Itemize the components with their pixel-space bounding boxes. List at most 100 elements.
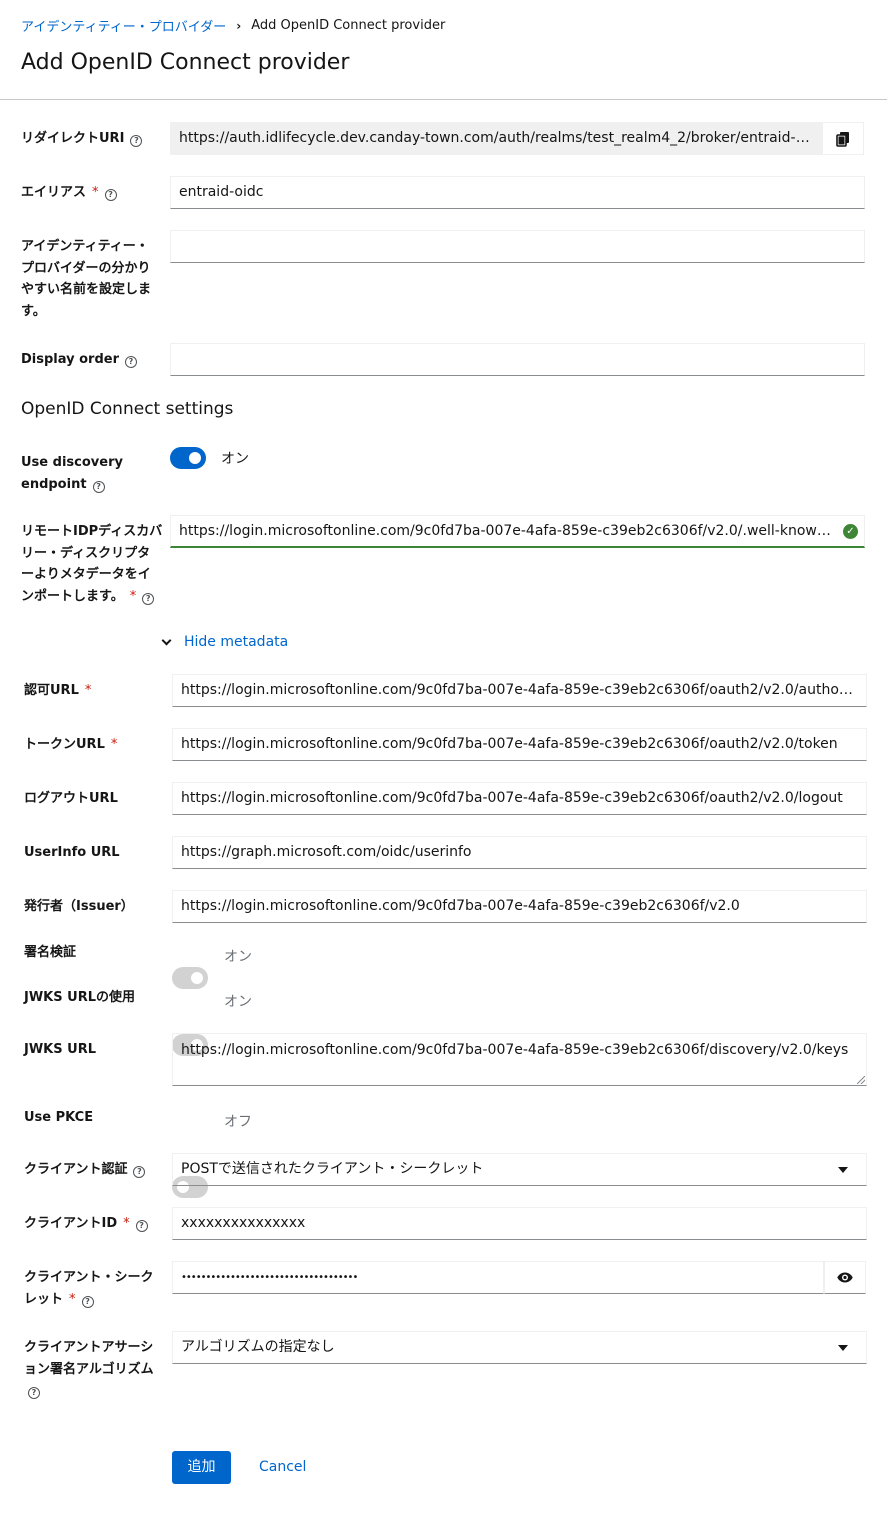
breadcrumb-identity-providers-link[interactable]: アイデンティティー・プロバイダー <box>21 16 226 35</box>
client-id-required-mark: * <box>123 1216 130 1231</box>
auth-url-required-mark: * <box>84 683 92 698</box>
client-auth-selected-value: POSTで送信されたクライアント・シークレット <box>181 1161 484 1177</box>
use-discovery-label: Use discovery endpoint? <box>21 452 123 495</box>
display-name-label-line: プロバイダーの分かり <box>21 260 151 276</box>
validate-signature-toggle[interactable] <box>172 967 208 989</box>
assertion-alg-help-icon[interactable]: ? <box>28 1387 40 1399</box>
use-discovery-help-icon[interactable]: ? <box>92 480 105 493</box>
display-name-label: アイデンティティー・ プロバイダーの分かり やすい名前を設定しま す。 <box>21 236 151 322</box>
breadcrumb-current: Add OpenID Connect provider <box>251 18 446 33</box>
redirect-uri-help-icon[interactable]: ? <box>130 135 143 147</box>
toggle-knob <box>191 972 203 984</box>
client-secret-input[interactable]: •••••••••••••••••••••••••••••••••••• <box>172 1261 824 1294</box>
breadcrumb: アイデンティティー・プロバイダー › Add OpenID Connect pr… <box>21 16 445 35</box>
client-id-help-icon[interactable]: ? <box>135 1220 148 1232</box>
page-title: Add OpenID Connect provider <box>21 50 350 75</box>
logout-url-label: ログアウトURL <box>24 791 118 806</box>
use-pkce-label: Use PKCE <box>24 1110 94 1125</box>
discovery-url-label: リモートIDPディスカバ リー・ディスクリプタ ーよりメタデータをイ ンポートし… <box>21 521 162 607</box>
alias-input[interactable]: entraid-oidc <box>170 176 865 209</box>
alias-required-mark: * <box>92 185 99 200</box>
alias-help-icon[interactable]: ? <box>104 189 117 201</box>
jwks-url-value: https://login.microsoftonline.com/9c0fd7… <box>181 1042 849 1058</box>
eye-icon <box>837 1272 853 1283</box>
validate-signature-label: 署名検証 <box>24 945 77 960</box>
token-url-label: トークンURL * <box>24 734 117 756</box>
assertion-alg-select[interactable]: アルゴリズムの指定なし <box>172 1331 867 1364</box>
assertion-alg-label-line: ョン署名アルゴリズム <box>24 1361 154 1377</box>
use-jwks-url-label: JWKS URLの使用 <box>24 990 135 1005</box>
assertion-alg-selected-value: アルゴリズムの指定なし <box>181 1339 335 1355</box>
discovery-url-required-mark: * <box>129 588 137 604</box>
display-order-input[interactable] <box>170 343 865 376</box>
userinfo-url-label: UserInfo URL <box>24 845 120 860</box>
discovery-url-label-line: ンポートします。 <box>21 588 124 604</box>
discovery-url-help-icon[interactable]: ? <box>142 592 155 605</box>
discovery-url-label-line: ーよりメタデータをイ <box>21 567 151 582</box>
client-auth-label: クライアント認証? <box>24 1159 146 1181</box>
redirect-uri-field[interactable]: https://auth.idlifecycle.dev.canday-town… <box>170 122 822 155</box>
client-secret-label-line: クライアント・シーク <box>24 1270 154 1285</box>
client-id-label: クライアントID *? <box>24 1213 148 1235</box>
client-secret-label-line: レット <box>24 1291 64 1307</box>
auth-url-input[interactable]: https://login.microsoftonline.com/9c0fd7… <box>172 674 867 707</box>
display-order-label: Display order? <box>21 349 137 371</box>
caret-down-icon <box>838 1166 848 1173</box>
header-divider <box>0 99 887 100</box>
discovery-url-input[interactable]: https://login.microsoftonline.com/9c0fd7… <box>170 515 865 548</box>
display-order-label-text: Display order <box>21 352 119 367</box>
alias-label: エイリアス *? <box>21 182 117 204</box>
client-auth-select[interactable]: POSTで送信されたクライアント・シークレット <box>172 1153 867 1186</box>
alias-label-text: エイリアス <box>21 185 87 200</box>
jwks-url-label: JWKS URL <box>24 1042 96 1057</box>
auth-url-label-text: 認可URL <box>24 683 79 698</box>
token-url-input[interactable]: https://login.microsoftonline.com/9c0fd7… <box>172 728 867 761</box>
client-secret-required-mark: * <box>69 1291 76 1307</box>
issuer-label: 発行者（Issuer） <box>24 899 134 914</box>
toggle-knob <box>189 452 201 464</box>
chevron-down-icon <box>161 635 172 645</box>
client-id-label-text: クライアントID <box>24 1216 118 1231</box>
hide-metadata-toggle[interactable]: Hide metadata <box>160 634 288 650</box>
token-url-required-mark: * <box>110 737 118 752</box>
use-pkce-state: オフ <box>224 1114 252 1130</box>
use-discovery-state: オン <box>221 451 249 467</box>
copy-icon <box>836 131 849 147</box>
breadcrumb-separator-icon: › <box>236 18 242 33</box>
logout-url-input[interactable]: https://login.microsoftonline.com/9c0fd7… <box>172 782 867 815</box>
discovery-url-label-line: リー・ディスクリプタ <box>21 545 151 561</box>
discovery-url-label-line: リモートIDPディスカバ <box>21 524 163 539</box>
redirect-uri-label-text: リダイレクトURI <box>21 131 125 146</box>
show-secret-button[interactable] <box>824 1261 866 1294</box>
display-name-input[interactable] <box>170 230 865 263</box>
client-id-input[interactable]: xxxxxxxxxxxxxxx <box>172 1207 867 1240</box>
copy-button[interactable] <box>822 122 864 155</box>
assertion-alg-label: クライアントアサーシ ョン署名アルゴリズム ? <box>24 1337 154 1402</box>
valid-check-icon: ✓ <box>843 524 858 539</box>
token-url-label-text: トークンURL <box>24 737 105 752</box>
oidc-settings-title: OpenID Connect settings <box>21 399 234 419</box>
display-name-label-line: アイデンティティー・ <box>21 239 149 254</box>
use-discovery-toggle[interactable] <box>170 447 206 469</box>
issuer-input[interactable]: https://login.microsoftonline.com/9c0fd7… <box>172 890 867 923</box>
display-name-label-line: やすい名前を設定しま <box>21 282 152 297</box>
add-button[interactable]: 追加 <box>172 1451 231 1484</box>
use-discovery-label-line: Use discovery <box>21 455 123 470</box>
use-discovery-label-line: endpoint <box>21 476 87 492</box>
cancel-button[interactable]: Cancel <box>259 1451 306 1484</box>
client-secret-label: クライアント・シーク レット *? <box>24 1267 153 1310</box>
display-order-help-icon[interactable]: ? <box>125 356 137 368</box>
client-auth-label-text: クライアント認証 <box>24 1162 128 1177</box>
auth-url-label: 認可URL * <box>24 680 91 702</box>
use-jwks-url-state: オン <box>224 994 252 1010</box>
caret-down-icon <box>838 1344 848 1351</box>
client-secret-help-icon[interactable]: ? <box>81 1295 94 1308</box>
jwks-url-textarea[interactable]: https://login.microsoftonline.com/9c0fd7… <box>172 1033 867 1086</box>
redirect-uri-label: リダイレクトURI? <box>21 128 143 150</box>
resize-handle-icon[interactable] <box>857 1076 865 1084</box>
client-auth-help-icon[interactable]: ? <box>133 1166 146 1178</box>
hide-metadata-label: Hide metadata <box>184 634 289 650</box>
userinfo-url-input[interactable]: https://graph.microsoft.com/oidc/userinf… <box>172 836 867 869</box>
validate-signature-state: オン <box>224 949 252 965</box>
assertion-alg-label-line: クライアントアサーシ <box>24 1340 154 1355</box>
